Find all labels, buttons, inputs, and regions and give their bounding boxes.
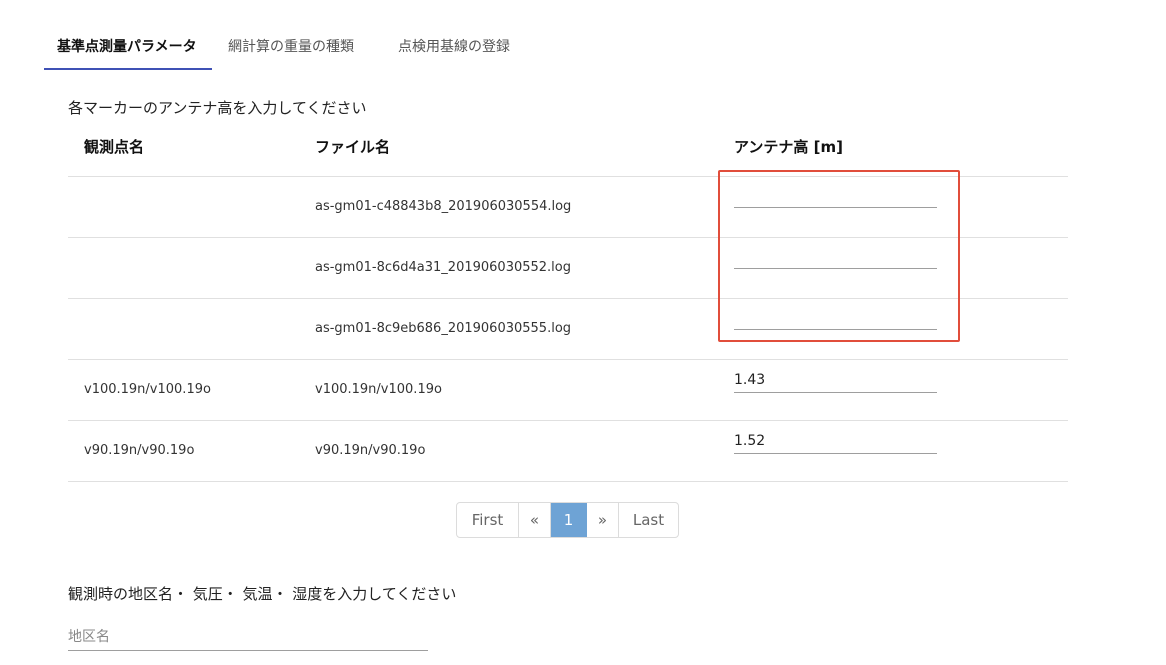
station-name: v100.19n/v100.19o: [84, 382, 211, 397]
table-row: as-gm01-c48843b8_201906030554.log: [68, 177, 1068, 238]
column-header-antenna-height: アンテナ高 [m]: [734, 138, 843, 156]
tab-baseline-survey-params[interactable]: 基準点測量パラメータ: [44, 28, 212, 70]
table-row: v90.19n/v90.19o v90.19n/v90.19o: [68, 421, 1068, 482]
file-name: as-gm01-8c6d4a31_201906030552.log: [315, 260, 572, 275]
table-header: 観測点名 ファイル名 アンテナ高 [m]: [68, 128, 1068, 177]
tab-bar: 基準点測量パラメータ 網計算の重量の種類 点検用基線の登録: [44, 28, 524, 72]
antenna-height-input[interactable]: [734, 252, 937, 269]
column-header-station: 観測点名: [84, 138, 145, 156]
antenna-section-title: 各マーカーのアンテナ高を入力してください: [68, 99, 367, 117]
antenna-height-input[interactable]: [734, 313, 937, 330]
pagination-last-button[interactable]: Last: [619, 503, 678, 537]
antenna-height-input[interactable]: [734, 429, 937, 454]
table-row: v100.19n/v100.19o v100.19n/v100.19o: [68, 360, 1068, 421]
station-name: v90.19n/v90.19o: [84, 443, 195, 458]
weather-section-title: 観測時の地区名・ 気圧・ 気温・ 湿度を入力してください: [68, 585, 457, 603]
table-row: as-gm01-8c6d4a31_201906030552.log: [68, 238, 1068, 299]
file-name: v100.19n/v100.19o: [315, 382, 442, 397]
page: 基準点測量パラメータ 網計算の重量の種類 点検用基線の登録 各マーカーのアンテナ…: [0, 0, 1166, 665]
pagination-next-button[interactable]: »: [587, 503, 619, 537]
pagination-current-page[interactable]: 1: [551, 503, 587, 537]
tab-network-weight-type[interactable]: 網計算の重量の種類: [212, 28, 374, 70]
file-name: as-gm01-8c9eb686_201906030555.log: [315, 321, 572, 336]
column-header-file: ファイル名: [315, 138, 391, 156]
pagination-first-button[interactable]: First: [457, 503, 519, 537]
file-name: as-gm01-c48843b8_201906030554.log: [315, 199, 572, 214]
table-row: as-gm01-8c9eb686_201906030555.log: [68, 299, 1068, 360]
pagination: First « 1 » Last: [456, 502, 679, 538]
antenna-height-input[interactable]: [734, 368, 937, 393]
pagination-prev-button[interactable]: «: [519, 503, 551, 537]
antenna-table: 観測点名 ファイル名 アンテナ高 [m] as-gm01-c48843b8_20…: [68, 128, 1068, 482]
tab-check-baseline-registration[interactable]: 点検用基線の登録: [374, 28, 524, 70]
antenna-height-input[interactable]: [734, 191, 937, 208]
district-name-input[interactable]: [68, 624, 428, 651]
file-name: v90.19n/v90.19o: [315, 443, 426, 458]
